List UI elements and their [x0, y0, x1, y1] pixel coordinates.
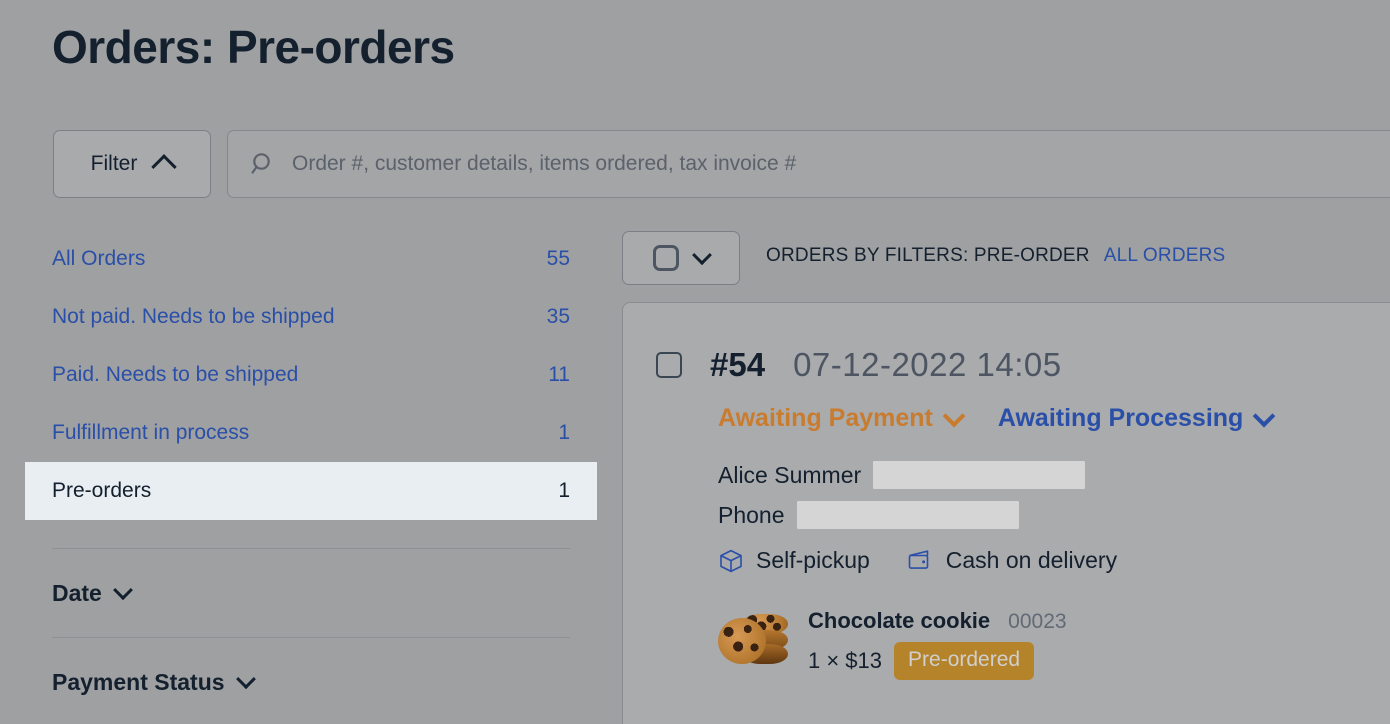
product-quantity-price: 1 × $13	[808, 648, 883, 673]
customer-phone-redacted	[796, 501, 1019, 529]
filters-sidebar: All Orders 55 Not paid. Needs to be ship…	[25, 230, 597, 724]
chevron-down-icon	[112, 580, 133, 601]
sidebar-item-label: Not paid. Needs to be shipped	[52, 305, 335, 328]
order-checkbox[interactable]	[656, 352, 682, 378]
pre-ordered-badge: Pre-ordered	[894, 642, 1035, 680]
sidebar-section-payment-status[interactable]: Payment Status	[25, 638, 597, 724]
wallet-icon	[908, 549, 929, 569]
product-name: Chocolate cookie	[808, 608, 991, 633]
chevron-down-icon	[1252, 404, 1276, 427]
fulfillment-status-label: Awaiting Processing	[997, 404, 1244, 432]
payment-status-dropdown[interactable]: Awaiting Payment	[718, 404, 966, 433]
customer-phone-row: Phone	[718, 501, 1019, 529]
fulfillment-status-dropdown[interactable]: Awaiting Processing	[997, 404, 1276, 433]
product-thumbnail	[716, 606, 790, 672]
select-all-dropdown[interactable]	[622, 231, 740, 285]
chevron-up-icon	[151, 154, 178, 180]
payment-method-label: Cash on delivery	[945, 547, 1118, 573]
payment-status-label: Awaiting Payment	[718, 404, 933, 432]
orders-filter-title: ORDERS BY FILTERS: PRE-ORDER	[766, 245, 1090, 266]
product-title-row: Chocolate cookie 00023	[808, 608, 1067, 634]
sidebar-item-count: 35	[546, 305, 570, 328]
sidebar-section-date[interactable]: Date	[25, 549, 597, 637]
search-input[interactable]: Order #, customer details, items ordered…	[227, 130, 1390, 198]
sidebar-item-not-paid-needs-shipped[interactable]: Not paid. Needs to be shipped 35	[25, 288, 597, 346]
product-price-row: 1 × $13 Pre-ordered	[808, 642, 1067, 680]
product-sku: 00023	[1008, 610, 1067, 633]
chevron-down-icon	[235, 669, 256, 690]
sidebar-item-label: All Orders	[52, 247, 146, 270]
page-title: Orders: Pre-orders	[52, 21, 455, 73]
sidebar-section-label: Date	[52, 579, 102, 606]
sidebar-section-label: Payment Status	[52, 668, 225, 695]
orders-preorders-page: Orders: Pre-orders Filter Order #, custo…	[0, 0, 1390, 724]
sidebar-item-label: Paid. Needs to be shipped	[52, 363, 299, 386]
package-box-icon	[720, 549, 742, 572]
sidebar-item-count: 1	[558, 421, 570, 444]
cookie-shape	[718, 618, 766, 664]
search-placeholder: Order #, customer details, items ordered…	[292, 152, 797, 175]
order-number: #54	[710, 346, 766, 383]
orders-filter-summary: ORDERS BY FILTERS: PRE-ORDER ALL ORDERS	[766, 245, 1225, 267]
shipping-method: Self-pickup	[718, 547, 870, 574]
customer-email-redacted	[873, 461, 1086, 489]
product-info: Chocolate cookie 00023 1 × $13 Pre-order…	[808, 606, 1067, 680]
search-icon	[251, 153, 270, 174]
customer-name: Alice Summer	[718, 461, 862, 488]
customer-name-row: Alice Summer	[718, 461, 1086, 489]
order-status-row: Awaiting Payment Awaiting Processing	[718, 404, 1276, 433]
all-orders-link[interactable]: ALL ORDERS	[1104, 245, 1226, 267]
sidebar-item-all-orders[interactable]: All Orders 55	[25, 230, 597, 288]
sidebar-item-label: Pre-orders	[52, 479, 152, 502]
checkbox-icon[interactable]	[653, 245, 679, 271]
sidebar-item-count: 11	[548, 363, 570, 386]
order-datetime: 07-12-2022 14:05	[793, 346, 1062, 383]
sidebar-item-count: 1	[558, 479, 570, 502]
sidebar-item-pre-orders[interactable]: Pre-orders 1	[25, 462, 597, 520]
sidebar-item-count: 55	[546, 247, 570, 270]
shipping-method-label: Self-pickup	[756, 547, 870, 573]
sidebar-item-paid-needs-shipped[interactable]: Paid. Needs to be shipped 11	[25, 346, 597, 404]
payment-method: Cash on delivery	[906, 547, 1117, 574]
chevron-down-icon	[942, 404, 966, 427]
order-methods-row: Self-pickup Cash on delivery	[718, 547, 1117, 574]
filter-button[interactable]: Filter	[53, 130, 211, 198]
order-product-row[interactable]: Chocolate cookie 00023 1 × $13 Pre-order…	[716, 606, 1067, 680]
sidebar-item-fulfillment-in-process[interactable]: Fulfillment in process 1	[25, 404, 597, 462]
order-card-header: #54 07-12-2022 14:05	[656, 346, 1062, 384]
phone-label: Phone	[718, 501, 785, 528]
sidebar-item-label: Fulfillment in process	[52, 421, 250, 444]
filter-button-label: Filter	[90, 152, 138, 175]
chevron-down-icon	[692, 245, 712, 266]
